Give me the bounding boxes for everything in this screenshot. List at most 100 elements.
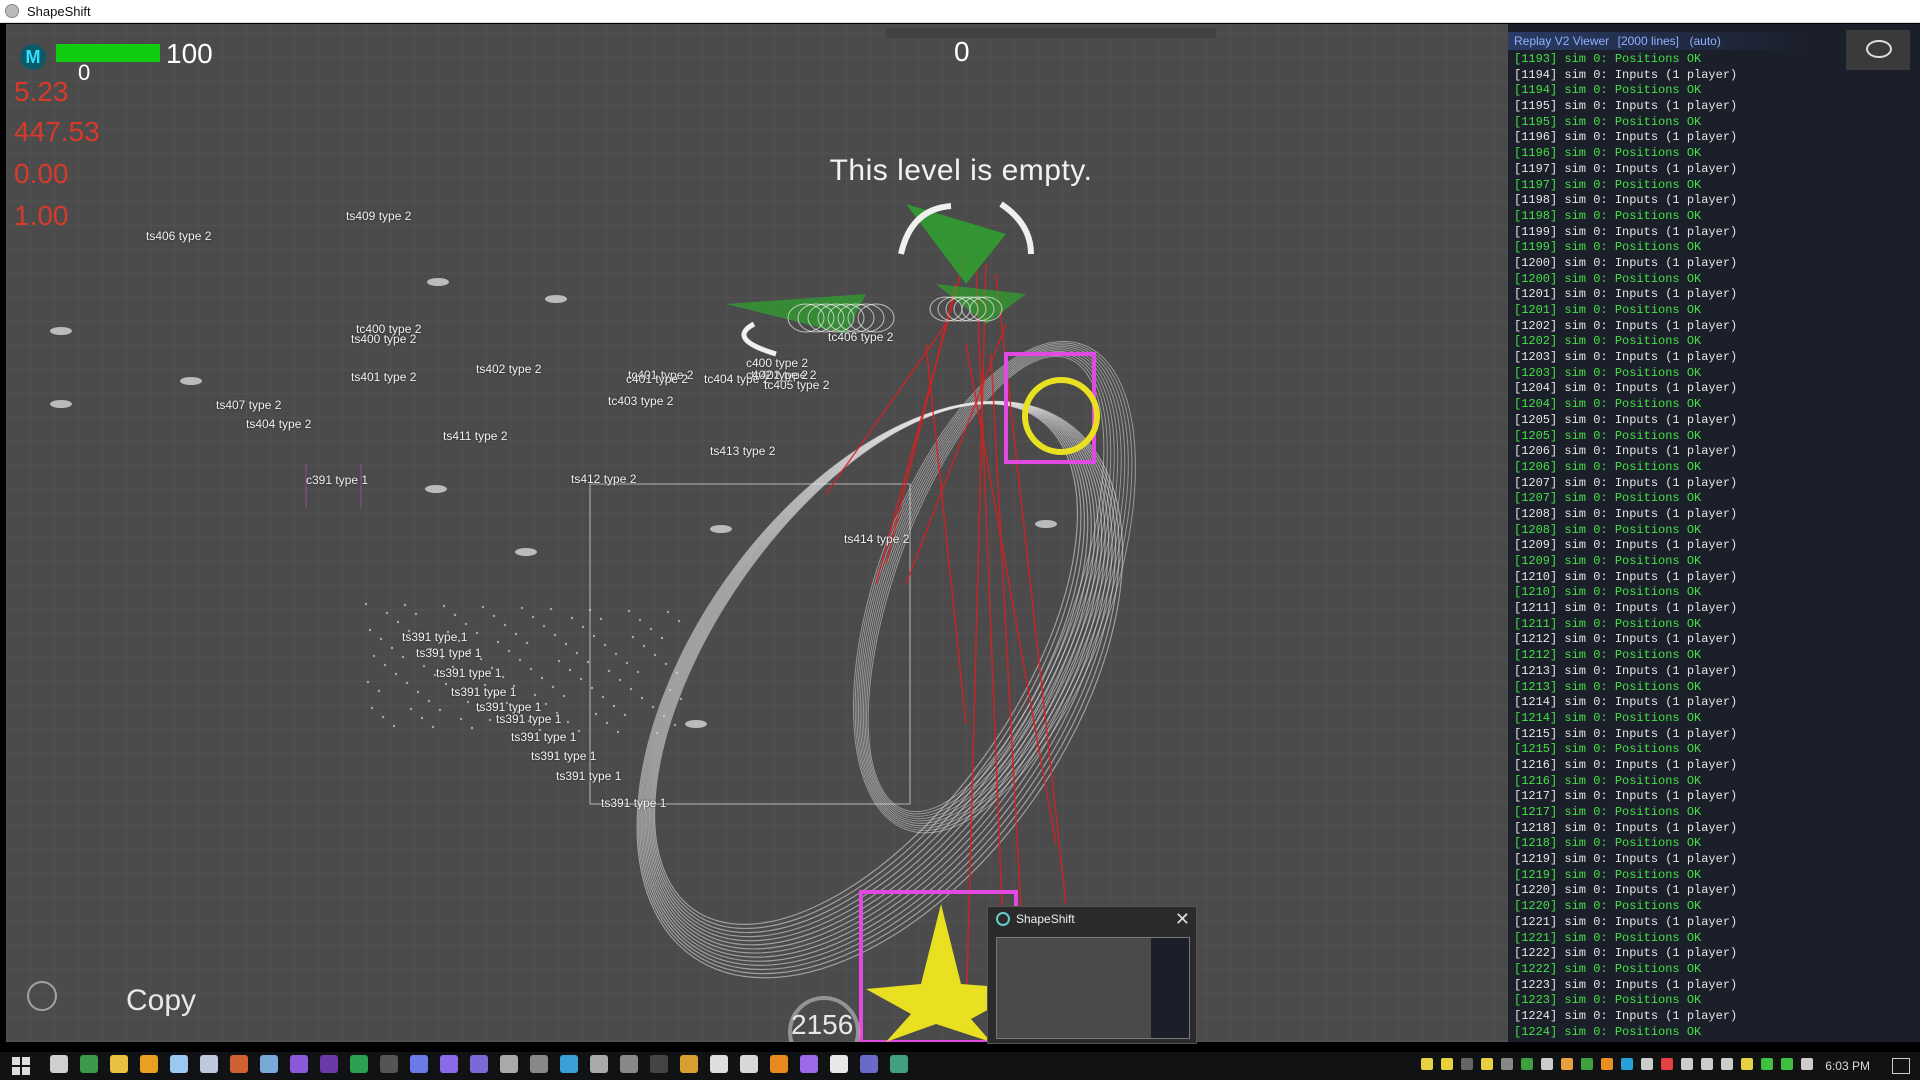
log-line: [1200] sim 0: Inputs (1 player) bbox=[1514, 255, 1738, 270]
particle bbox=[403, 603, 407, 607]
shapeshift-icon[interactable] bbox=[890, 1054, 908, 1073]
app-icon[interactable] bbox=[590, 1054, 608, 1073]
taskbar: 6:03 PM bbox=[0, 1052, 1920, 1080]
log-line: [1202] sim 0: Inputs (1 player) bbox=[1514, 318, 1738, 333]
tray-icon[interactable] bbox=[1781, 1058, 1794, 1070]
log-list[interactable]: [1193] sim 0: Positions OK [1194] sim 0: … bbox=[1514, 52, 1914, 1040]
particle bbox=[542, 624, 546, 628]
app-icon[interactable] bbox=[830, 1054, 848, 1073]
discord-icon[interactable] bbox=[410, 1054, 428, 1073]
steam-icon[interactable] bbox=[260, 1054, 278, 1073]
particle bbox=[579, 677, 583, 681]
chrome-icon[interactable] bbox=[80, 1054, 98, 1073]
trajectory-line bbox=[825, 323, 947, 495]
tray-icon[interactable] bbox=[1641, 1058, 1654, 1070]
tray-icon[interactable] bbox=[1501, 1058, 1514, 1070]
task-view-icon[interactable] bbox=[50, 1054, 68, 1073]
window-titlebar: ShapeShift bbox=[0, 0, 1920, 23]
replay-log-panel[interactable]: Replay V2 Viewer [2000 lines] (auto) [11… bbox=[1508, 24, 1920, 1042]
notification-icon[interactable] bbox=[1892, 1058, 1910, 1074]
particle bbox=[588, 608, 592, 612]
preview-thumbnail[interactable] bbox=[996, 937, 1190, 1039]
git-icon[interactable] bbox=[680, 1054, 698, 1073]
media-player-icon[interactable] bbox=[140, 1054, 158, 1073]
particle bbox=[664, 662, 668, 666]
particle bbox=[383, 663, 387, 667]
tray-icon[interactable] bbox=[1621, 1058, 1634, 1070]
document-icon[interactable] bbox=[200, 1054, 218, 1073]
taskbar-preview-popup[interactable]: ShapeShift ✕ bbox=[987, 906, 1197, 1044]
app-icon[interactable] bbox=[560, 1054, 578, 1073]
tray-icon[interactable] bbox=[1741, 1058, 1754, 1070]
tray-icon[interactable] bbox=[1541, 1058, 1554, 1070]
scene-label: ts412 type 2 bbox=[571, 472, 637, 486]
vlc-icon[interactable] bbox=[770, 1054, 788, 1073]
particle-blob bbox=[427, 278, 449, 286]
tray-icon[interactable] bbox=[1801, 1058, 1814, 1070]
browser-icon[interactable] bbox=[230, 1054, 248, 1073]
log-line: [1218] sim 0: Positions OK bbox=[1514, 836, 1702, 851]
spreadsheet-icon[interactable] bbox=[350, 1054, 368, 1073]
game-viewport[interactable]: M 100 0 5.23 447.53 0.00 1.00 0 This lev… bbox=[6, 24, 1508, 1042]
log-line: [1215] sim 0: Inputs (1 player) bbox=[1514, 726, 1738, 741]
notepad-icon[interactable] bbox=[170, 1054, 188, 1073]
visual-studio-icon[interactable] bbox=[290, 1054, 308, 1073]
tray-icon[interactable] bbox=[1521, 1058, 1534, 1070]
vs-code-icon[interactable] bbox=[320, 1054, 338, 1073]
log-line: [1206] sim 0: Positions OK bbox=[1514, 459, 1702, 474]
tray-icon[interactable] bbox=[1461, 1058, 1474, 1070]
log-line: [1197] sim 0: Positions OK bbox=[1514, 177, 1702, 192]
particle bbox=[594, 712, 598, 716]
unity-icon[interactable] bbox=[500, 1054, 518, 1073]
particle bbox=[366, 680, 370, 684]
window-title: ShapeShift bbox=[27, 3, 91, 19]
app-icon[interactable] bbox=[470, 1054, 488, 1073]
particle bbox=[379, 637, 383, 641]
pen-icon[interactable] bbox=[740, 1054, 758, 1073]
score-background bbox=[886, 28, 1216, 38]
log-line: [1194] sim 0: Inputs (1 player) bbox=[1514, 67, 1738, 82]
app-icon[interactable] bbox=[650, 1054, 668, 1073]
tray-icon[interactable] bbox=[1761, 1058, 1774, 1070]
particle bbox=[496, 640, 500, 644]
tray-icon[interactable] bbox=[1601, 1058, 1614, 1070]
particle bbox=[529, 667, 533, 671]
log-line: [1211] sim 0: Positions OK bbox=[1514, 616, 1702, 631]
tray-icon[interactable] bbox=[1581, 1058, 1594, 1070]
scene-label: ts391 type 1 bbox=[556, 769, 622, 783]
particle-blob bbox=[50, 327, 72, 335]
system-tray: 6:03 PM bbox=[1417, 1052, 1910, 1080]
particle bbox=[590, 686, 594, 690]
app-icon[interactable] bbox=[860, 1054, 878, 1073]
close-icon[interactable]: ✕ bbox=[1175, 909, 1190, 930]
particle bbox=[668, 688, 672, 692]
tray-icon[interactable] bbox=[1701, 1058, 1714, 1070]
popup-title: ShapeShift bbox=[1016, 912, 1075, 926]
tray-icon[interactable] bbox=[1421, 1058, 1434, 1070]
tray-icon[interactable] bbox=[1661, 1058, 1674, 1070]
arc-shape bbox=[999, 201, 1034, 255]
tray-icon[interactable] bbox=[1481, 1058, 1494, 1070]
log-line: [1205] sim 0: Positions OK bbox=[1514, 428, 1702, 443]
app-icon[interactable] bbox=[530, 1054, 548, 1073]
app-icon[interactable] bbox=[620, 1054, 638, 1073]
clock-app-icon[interactable] bbox=[710, 1054, 728, 1073]
tray-icon[interactable] bbox=[1681, 1058, 1694, 1070]
tray-icon[interactable] bbox=[1721, 1058, 1734, 1070]
tray-icon[interactable] bbox=[1441, 1058, 1454, 1070]
particle bbox=[575, 651, 579, 655]
log-line: [1216] sim 0: Positions OK bbox=[1514, 773, 1702, 788]
terminal-icon[interactable] bbox=[380, 1054, 398, 1073]
particle bbox=[394, 672, 398, 676]
particle bbox=[660, 636, 664, 640]
file-explorer-icon[interactable] bbox=[110, 1054, 128, 1073]
windows-start-icon[interactable] bbox=[12, 1057, 30, 1075]
particle-blob bbox=[515, 548, 537, 556]
arc-shape bbox=[741, 321, 777, 357]
clock[interactable]: 6:03 PM bbox=[1825, 1059, 1870, 1073]
app-icon[interactable] bbox=[800, 1054, 818, 1073]
app-icon[interactable] bbox=[440, 1054, 458, 1073]
particle bbox=[531, 615, 535, 619]
particle bbox=[649, 627, 653, 631]
tray-icon[interactable] bbox=[1561, 1058, 1574, 1070]
